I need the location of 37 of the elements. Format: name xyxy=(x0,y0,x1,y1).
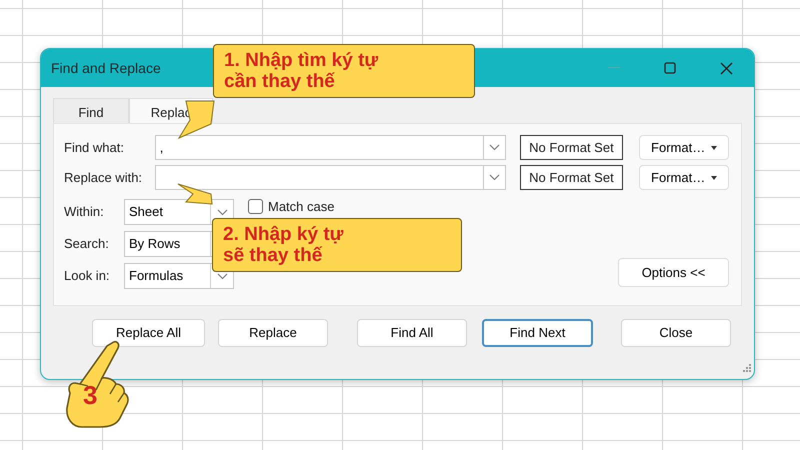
dialog-button[interactable]: Find Next xyxy=(482,319,593,347)
field-label: Find what: xyxy=(64,138,125,157)
dialog-button[interactable]: Find All xyxy=(357,319,467,347)
dialog-button[interactable]: Replace All xyxy=(92,319,205,347)
maximize-icon[interactable] xyxy=(664,62,676,74)
checkbox-label: Match case xyxy=(268,198,334,216)
input-field[interactable]: , xyxy=(154,135,483,160)
window-title: Find and Replace xyxy=(51,58,161,78)
format-button[interactable]: Format… xyxy=(639,135,729,160)
chevron-icon[interactable] xyxy=(216,208,228,216)
chevron-icon[interactable] xyxy=(488,174,500,181)
dropdown-button[interactable] xyxy=(482,165,506,190)
options-button[interactable]: Options << xyxy=(618,258,729,287)
dropdown[interactable]: Formulas xyxy=(124,263,234,289)
dialog-button[interactable]: Close xyxy=(621,319,731,347)
tab[interactable]: Find xyxy=(53,98,129,123)
field-label: Replace with: xyxy=(64,168,144,187)
field-label: Look in: xyxy=(64,267,111,286)
format-preview: No Format Set xyxy=(520,135,624,160)
checkbox[interactable] xyxy=(248,199,263,214)
format-preview: No Format Set xyxy=(520,165,624,190)
caret-icon[interactable] xyxy=(711,146,718,150)
field-label: Search: xyxy=(64,235,110,254)
dropdown-button[interactable] xyxy=(482,135,506,160)
step-tooltip: 1. Nhập tìm ký tự cần thay thế xyxy=(213,44,475,98)
format-button[interactable]: Format… xyxy=(639,165,729,190)
chevron-icon[interactable] xyxy=(216,272,228,280)
step-tooltip: 2. Nhập ký tự sẽ thay thế xyxy=(212,218,462,272)
dialog-button[interactable]: Replace xyxy=(218,319,328,347)
caret-icon[interactable] xyxy=(711,176,718,180)
step-number: 3 xyxy=(83,382,98,408)
chevron-icon[interactable] xyxy=(488,144,500,151)
close-icon[interactable] xyxy=(720,62,732,74)
field-label: Within: xyxy=(64,203,105,222)
dropdown[interactable]: Sheet xyxy=(124,199,234,225)
callout-pointer xyxy=(178,184,213,205)
input-field[interactable] xyxy=(154,165,483,190)
